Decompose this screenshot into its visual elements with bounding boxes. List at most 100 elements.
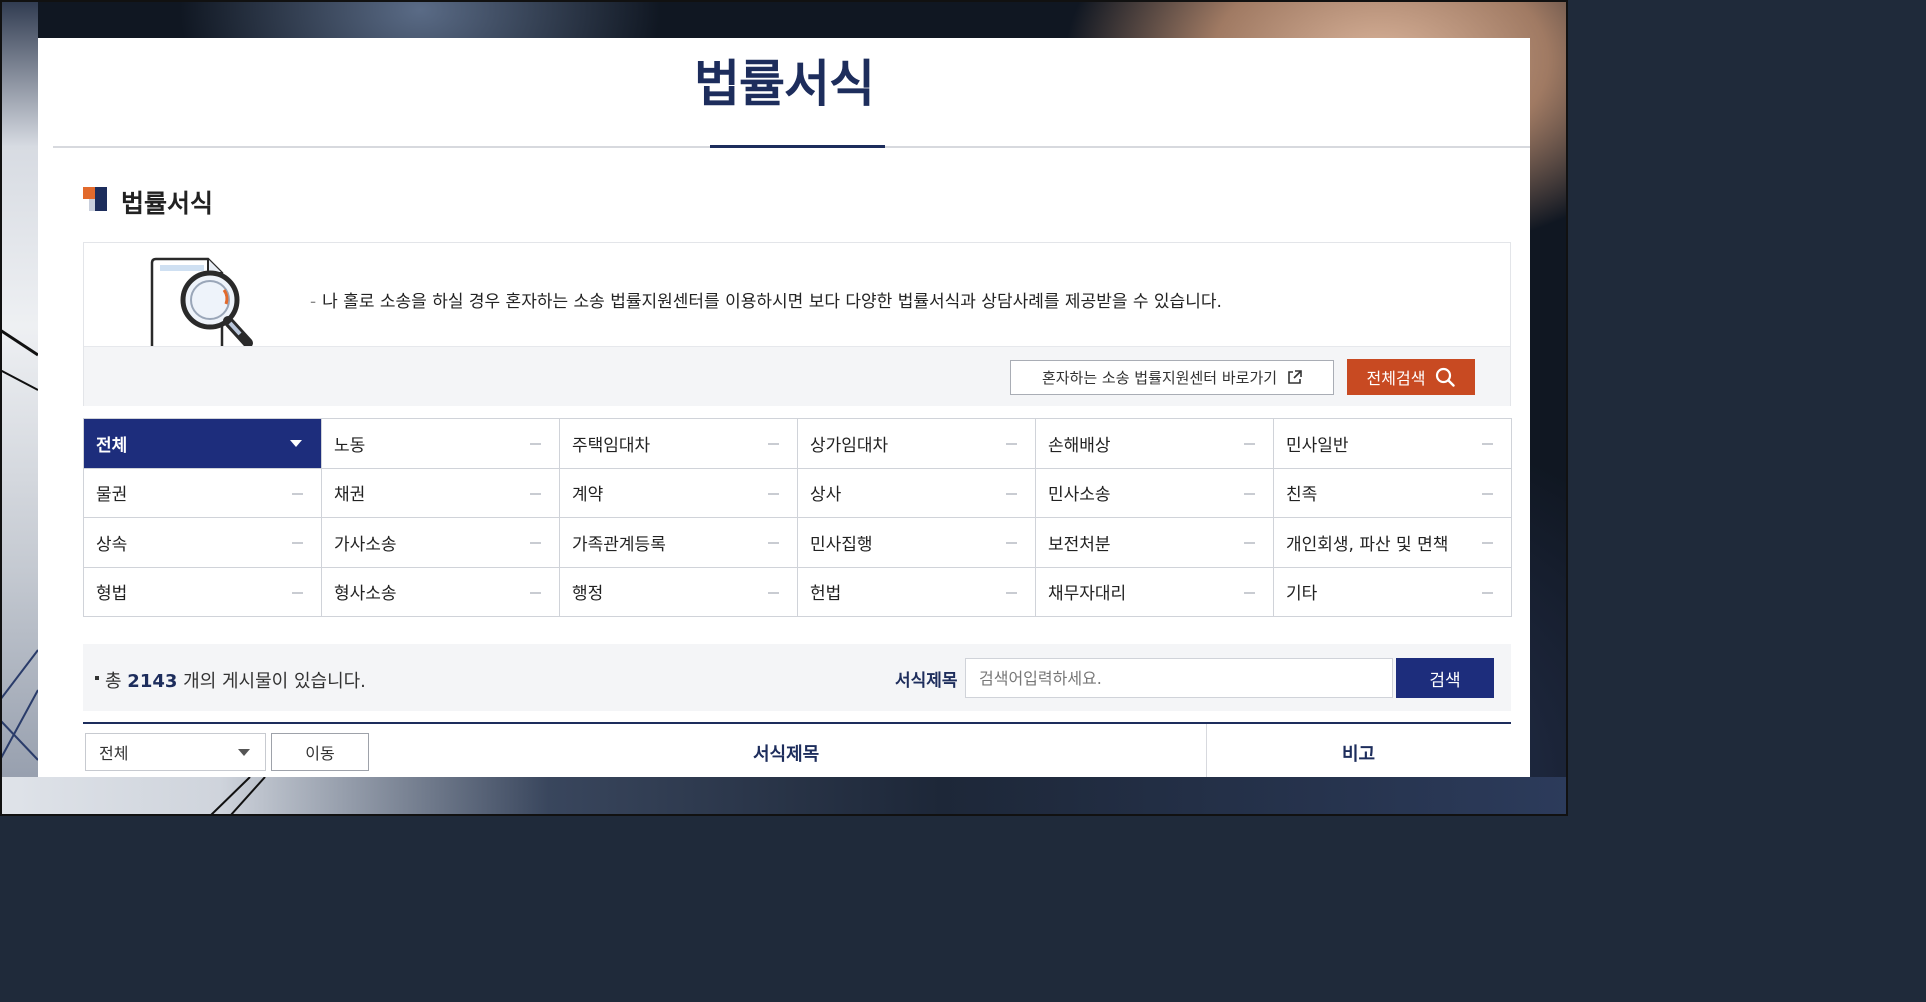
minus-icon (1244, 492, 1255, 495)
search-field-label: 서식제목 (895, 671, 958, 691)
category-label: 개인회생, 파산 및 면책 (1286, 534, 1449, 555)
category-label: 가족관계등록 (572, 534, 666, 555)
category-housing-lease[interactable]: 주택임대차 (560, 419, 798, 469)
category-label: 민사일반 (1286, 435, 1349, 456)
category-label: 헌법 (810, 584, 842, 605)
column-header-note: 비고 (1342, 744, 1376, 765)
category-label: 기타 (1286, 584, 1318, 605)
search-input[interactable] (965, 658, 1393, 698)
category-civil-execution[interactable]: 민사집행 (798, 518, 1036, 568)
minus-icon (530, 443, 541, 446)
category-label: 가사소송 (334, 534, 397, 555)
dropdown-triangle-icon (290, 440, 302, 448)
category-property-rights[interactable]: 물권 (84, 468, 322, 518)
minus-icon (530, 591, 541, 594)
category-label: 행정 (572, 584, 604, 605)
category-label: 형사소송 (334, 584, 397, 605)
legal-center-link-button[interactable]: 혼자하는 소송 법률지원센터 바로가기 (1010, 360, 1334, 395)
category-label: 계약 (572, 485, 604, 506)
search-icon (1436, 367, 1456, 387)
category-label: 상가임대차 (810, 435, 889, 456)
category-civil-general[interactable]: 민사일반 (1274, 419, 1512, 469)
info-box: -나 홀로 소송을 하실 경우 혼자하는 소송 법률지원센터를 이용하시면 보다… (83, 242, 1511, 406)
category-select-value: 전체 (99, 744, 129, 763)
category-kinship[interactable]: 친족 (1274, 468, 1512, 518)
minus-icon (292, 591, 303, 594)
category-other[interactable]: 기타 (1274, 567, 1512, 617)
all-search-label: 전체검색 (1366, 369, 1426, 388)
category-commercial-lease[interactable]: 상가임대차 (798, 419, 1036, 469)
info-top: -나 홀로 소송을 하실 경우 혼자하는 소송 법률지원센터를 이용하시면 보다… (84, 243, 1510, 346)
category-label: 전체 (96, 435, 128, 456)
all-search-button[interactable]: 전체검색 (1347, 359, 1475, 395)
content-panel: 법률서식 법률서식 -나 홀로 소송을 하실 경우 혼자하는 소송 법률지원센터… (38, 38, 1530, 777)
total-suffix: 개의 게시물이 있습니다. (183, 671, 366, 692)
minus-icon (768, 492, 779, 495)
minus-icon (1006, 443, 1017, 446)
column-divider (1206, 724, 1207, 777)
minus-icon (768, 542, 779, 545)
minus-icon (1244, 443, 1255, 446)
category-family-litigation[interactable]: 가사소송 (322, 518, 560, 568)
category-all[interactable]: 전체 (84, 419, 322, 469)
minus-icon (768, 443, 779, 446)
bullet-square-icon (95, 676, 99, 680)
category-label: 주택임대차 (572, 435, 651, 456)
minus-icon (1482, 443, 1493, 446)
category-debtor-agent[interactable]: 채무자대리 (1036, 567, 1274, 617)
category-damages[interactable]: 손해배상 (1036, 419, 1274, 469)
section-title: 법률서식 (121, 189, 214, 218)
category-label: 노동 (334, 435, 366, 456)
category-inheritance[interactable]: 상속 (84, 518, 322, 568)
section-bullet-icon (83, 187, 107, 211)
category-label: 채무자대리 (1048, 584, 1127, 605)
title-underline-accent (710, 145, 885, 148)
category-criminal-law[interactable]: 형법 (84, 567, 322, 617)
move-button[interactable]: 이동 (271, 733, 369, 771)
legal-center-link-label: 혼자하는 소송 법률지원센터 바로가기 (1041, 369, 1278, 387)
minus-icon (768, 591, 779, 594)
category-contract[interactable]: 계약 (560, 468, 798, 518)
category-constitution[interactable]: 헌법 (798, 567, 1036, 617)
category-select[interactable]: 전체 (85, 733, 266, 771)
category-label: 형법 (96, 584, 128, 605)
category-label: 친족 (1286, 485, 1318, 506)
total-count-text: 총 2143 개의 게시물이 있습니다. (95, 667, 366, 693)
minus-icon (1482, 492, 1493, 495)
info-description: -나 홀로 소송을 하실 경우 혼자하는 소송 법률지원센터를 이용하시면 보다… (310, 287, 1222, 312)
category-label: 채권 (334, 485, 366, 506)
minus-icon (1006, 542, 1017, 545)
category-commerce[interactable]: 상사 (798, 468, 1036, 518)
minus-icon (1482, 591, 1493, 594)
minus-icon (292, 542, 303, 545)
category-preservation[interactable]: 보전처분 (1036, 518, 1274, 568)
category-claims[interactable]: 채권 (322, 468, 560, 518)
total-prefix: 총 (105, 671, 122, 692)
category-label: 상사 (810, 485, 842, 506)
category-rehabilitation-bankruptcy[interactable]: 개인회생, 파산 및 면책 (1274, 518, 1512, 568)
document-magnifier-icon (150, 257, 253, 346)
search-button[interactable]: 검색 (1396, 658, 1494, 698)
page-title: 법률서식 (694, 55, 875, 113)
category-criminal-litigation[interactable]: 형사소송 (322, 567, 560, 617)
category-label: 민사집행 (810, 534, 873, 555)
category-label: 손해배상 (1048, 435, 1111, 456)
info-actions: 혼자하는 소송 법률지원센터 바로가기 전체검색 (84, 346, 1510, 406)
minus-icon (1482, 542, 1493, 545)
category-labor[interactable]: 노동 (322, 419, 560, 469)
external-link-icon (1288, 370, 1302, 384)
category-grid: 전체 노동 주택임대차 상가임대차 손해배상 민사일반 물권 채권 계약 상사 … (83, 418, 1512, 617)
column-header-title: 서식제목 (753, 744, 820, 765)
minus-icon (1006, 492, 1017, 495)
category-civil-litigation[interactable]: 민사소송 (1036, 468, 1274, 518)
info-text: 나 홀로 소송을 하실 경우 혼자하는 소송 법률지원센터를 이용하시면 보다 … (322, 292, 1222, 312)
category-label: 민사소송 (1048, 485, 1111, 506)
category-administrative[interactable]: 행정 (560, 567, 798, 617)
category-label: 물권 (96, 485, 128, 506)
chevron-down-icon (238, 749, 250, 756)
category-family-registration[interactable]: 가족관계등록 (560, 518, 798, 568)
minus-icon (292, 492, 303, 495)
minus-icon (530, 492, 541, 495)
category-label: 보전처분 (1048, 534, 1111, 555)
category-label: 상속 (96, 534, 128, 555)
